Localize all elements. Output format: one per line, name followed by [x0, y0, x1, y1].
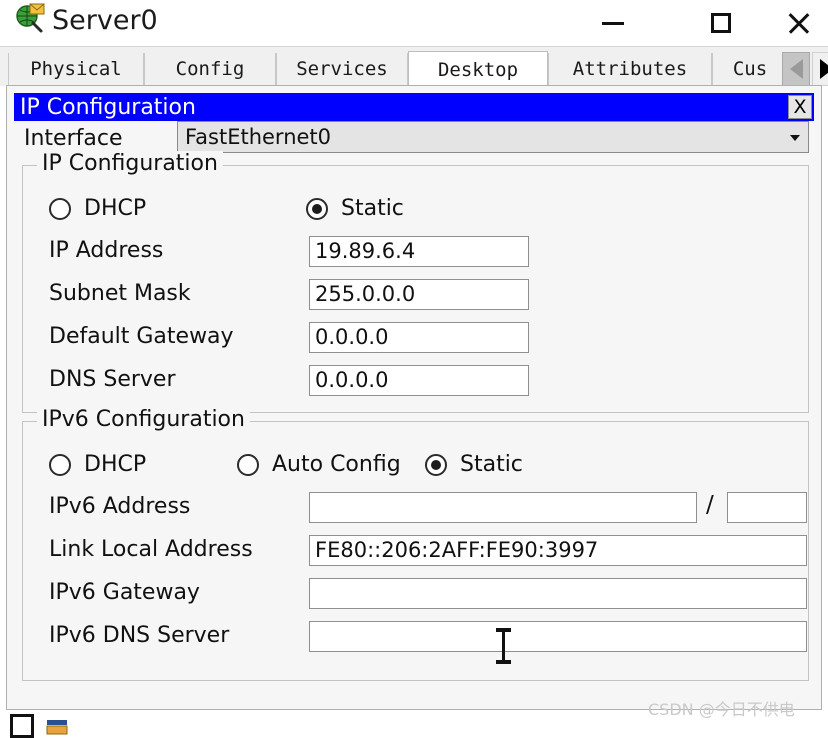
desktop-panel: IP Configuration X Interface FastEtherne… [6, 85, 822, 710]
ipv6-static-radio[interactable]: Static [425, 452, 523, 477]
ipv6-prefix-length-input[interactable] [727, 492, 807, 523]
radio-selected-icon [306, 198, 328, 220]
dialog-close-button[interactable]: X [788, 95, 812, 119]
subnet-mask-input[interactable]: 255.0.0.0 [309, 279, 529, 310]
maximize-icon [711, 13, 731, 33]
tab-scroll-left-button[interactable] [782, 52, 810, 86]
default-gateway-label: Default Gateway [49, 324, 234, 349]
radio-unselected-icon [49, 454, 71, 476]
tab-physical[interactable]: Physical [8, 53, 144, 86]
chevron-down-icon [790, 135, 800, 141]
tab-config[interactable]: Config [144, 53, 276, 86]
window-titlebar: Server0 [0, 0, 828, 46]
ipv4-dhcp-label: DHCP [84, 196, 146, 221]
radio-unselected-icon [237, 454, 259, 476]
tab-scroll-right-button[interactable] [812, 52, 828, 86]
ipv6-configuration-group: IPv6 Configuration DHCP Auto Config Stat… [22, 421, 809, 681]
ipv6-group-legend: IPv6 Configuration [37, 407, 250, 432]
default-gateway-value: 0.0.0.0 [315, 323, 388, 352]
default-gateway-input[interactable]: 0.0.0.0 [309, 322, 529, 353]
ipv6-dns-server-input[interactable] [309, 621, 807, 652]
ipv4-configuration-group: IP Configuration DHCP Static IP Address … [22, 165, 809, 413]
tab-desktop[interactable]: Desktop [408, 51, 548, 87]
tab-strip: Physical Config Services Desktop Attribu… [0, 46, 828, 86]
dns-server-input[interactable]: 0.0.0.0 [309, 365, 529, 396]
tab-customize[interactable]: Cus [712, 53, 788, 86]
ipv6-prefix-separator: / [706, 492, 714, 518]
interface-label: Interface [24, 126, 123, 151]
link-local-address-value: FE80::206:2AFF:FE90:3997 [315, 536, 598, 565]
link-local-address-label: Link Local Address [49, 537, 253, 562]
tab-services[interactable]: Services [276, 53, 408, 86]
ip-address-input[interactable]: 19.89.6.4 [309, 236, 529, 267]
close-button[interactable] [772, 0, 826, 46]
ipv6-gateway-input[interactable] [309, 578, 807, 609]
ipv4-dhcp-radio[interactable]: DHCP [49, 196, 146, 221]
ipv6-autoconfig-radio[interactable]: Auto Config [237, 452, 401, 477]
dialog-title: IP Configuration [20, 94, 196, 121]
bottom-checkbox[interactable] [10, 714, 34, 738]
ipv4-static-radio[interactable]: Static [306, 196, 404, 221]
maximize-button[interactable] [694, 0, 748, 46]
ip-address-label: IP Address [49, 238, 163, 263]
dialog-titlebar: IP Configuration X [14, 93, 814, 121]
ipv6-static-label: Static [460, 452, 523, 477]
radio-selected-icon [425, 454, 447, 476]
tab-attributes[interactable]: Attributes [548, 53, 712, 86]
ip-address-value: 19.89.6.4 [315, 237, 415, 266]
taskbar-app-icon[interactable] [46, 719, 68, 735]
ipv6-dhcp-label: DHCP [84, 452, 146, 477]
minimize-icon [602, 22, 624, 25]
radio-unselected-icon [49, 198, 71, 220]
ipv6-dns-server-label: IPv6 DNS Server [49, 623, 229, 648]
ipv6-dhcp-radio[interactable]: DHCP [49, 452, 146, 477]
triangle-left-icon [790, 59, 803, 79]
subnet-mask-value: 255.0.0.0 [315, 280, 415, 309]
triangle-right-icon [820, 59, 828, 79]
close-icon [786, 10, 812, 36]
ipv6-address-label: IPv6 Address [49, 494, 190, 519]
ipv6-address-input-box[interactable] [309, 492, 697, 523]
ipv6-gateway-label: IPv6 Gateway [49, 580, 200, 605]
server-globe-icon [14, 3, 46, 35]
interface-selected-value: FastEthernet0 [185, 122, 331, 152]
ipv6-autoconfig-label: Auto Config [272, 452, 401, 477]
ip-configuration-dialog: IP Configuration X Interface FastEtherne… [14, 93, 814, 691]
window-title: Server0 [52, 0, 158, 46]
link-local-address-input[interactable]: FE80::206:2AFF:FE90:3997 [309, 535, 807, 566]
minimize-button[interactable] [586, 0, 640, 46]
dns-server-label: DNS Server [49, 367, 176, 392]
ipv4-group-legend: IP Configuration [37, 151, 223, 176]
ipv4-static-label: Static [341, 196, 404, 221]
subnet-mask-label: Subnet Mask [49, 281, 191, 306]
dns-server-value: 0.0.0.0 [315, 366, 388, 395]
interface-select[interactable]: FastEthernet0 [177, 121, 809, 153]
